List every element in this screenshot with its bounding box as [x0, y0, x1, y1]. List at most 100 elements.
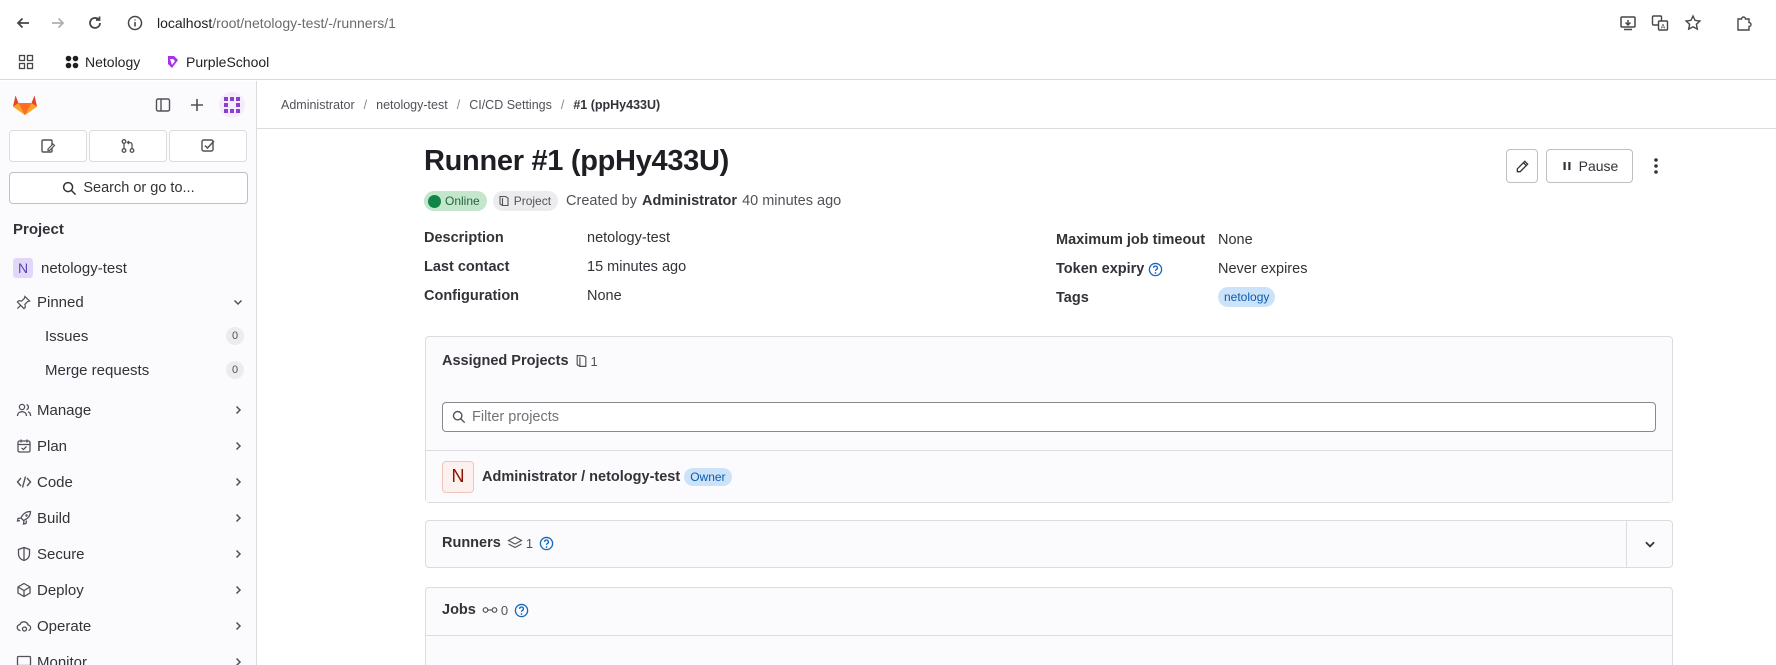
- install-app-icon[interactable]: [1617, 12, 1639, 34]
- description-label: Description: [424, 230, 504, 246]
- url-path: /root/netology-test/-/runners/1: [212, 15, 396, 31]
- runner-type-label: Project: [513, 194, 552, 208]
- left-sidebar: Search or go to... Project N netology-te…: [0, 81, 257, 665]
- sidebar-item-monitor[interactable]: Monitor: [9, 646, 248, 665]
- pencil-icon: [1515, 159, 1530, 174]
- token-expiry-text: Token expiry: [1056, 261, 1145, 277]
- project-icon: [575, 354, 588, 368]
- last-contact-label: Last contact: [424, 259, 510, 275]
- sidebar-item-label: Pinned: [37, 293, 84, 311]
- sidebar-project-link[interactable]: N netology-test: [9, 252, 248, 284]
- sidebar-item-label: Operate: [37, 617, 92, 635]
- chevron-right-icon: [228, 548, 248, 560]
- browser-toolbar: localhost/root/netology-test/-/runners/1…: [0, 0, 1776, 46]
- sidebar-item-build[interactable]: Build: [9, 502, 248, 534]
- gitlab-logo-icon[interactable]: [11, 90, 39, 118]
- sidebar-section-heading: Project: [13, 221, 64, 238]
- configuration-value: None: [587, 288, 622, 304]
- site-info-icon[interactable]: [126, 11, 144, 35]
- sidebar-toggle-icon[interactable]: [153, 95, 173, 115]
- breadcrumb: Administrator / netology-test / CI/CD Se…: [281, 97, 660, 113]
- bookmark-star-icon[interactable]: [1682, 12, 1704, 34]
- sidebar-item-plan[interactable]: Plan: [9, 430, 248, 462]
- users-icon: [9, 402, 37, 418]
- merge-request-icon: [120, 138, 136, 154]
- back-arrow-icon[interactable]: [11, 11, 35, 35]
- bookmark-purpleschool[interactable]: PurpleSchool: [166, 50, 269, 74]
- sidebar-item-issues[interactable]: Issues 0: [9, 320, 248, 352]
- sidebar-item-operate[interactable]: Operate: [9, 610, 248, 642]
- page-title: Runner #1 (ppHy433U): [424, 145, 730, 177]
- edit-button[interactable]: [1506, 149, 1538, 183]
- jobs-header: Jobs 0: [442, 602, 529, 618]
- chevron-right-icon: [228, 584, 248, 596]
- project-icon: [498, 195, 510, 207]
- list-item[interactable]: N Administrator / netology-test Owner: [426, 450, 1672, 502]
- project-name: netology-test: [41, 259, 127, 277]
- apps-grid-icon[interactable]: [18, 50, 34, 74]
- breadcrumb-separator: /: [363, 98, 368, 112]
- address-bar[interactable]: localhost/root/netology-test/-/runners/1: [157, 12, 396, 34]
- filter-projects-input[interactable]: Filter projects: [442, 402, 1656, 432]
- plus-icon[interactable]: [187, 95, 207, 115]
- tags-label: Tags: [1056, 290, 1089, 306]
- monitor-icon: [9, 654, 37, 665]
- assigned-projects-title: Assigned Projects: [442, 353, 569, 369]
- breadcrumb-separator: /: [560, 98, 565, 112]
- more-actions-kebab-icon[interactable]: [1646, 149, 1666, 183]
- help-question-icon[interactable]: [539, 536, 554, 551]
- bookmark-label: PurpleSchool: [186, 54, 270, 70]
- expand-runners-button[interactable]: [1626, 521, 1672, 567]
- sidebar-item-label: Monitor: [37, 653, 88, 665]
- project-avatar: N: [13, 258, 33, 278]
- tab-issues[interactable]: [9, 130, 87, 162]
- created-by-user[interactable]: Administrator: [642, 193, 737, 209]
- cloud-gear-icon: [9, 618, 37, 634]
- pause-icon: [1561, 160, 1573, 172]
- count-badge: 0: [226, 361, 244, 379]
- sidebar-item-deploy[interactable]: Deploy: [9, 574, 248, 606]
- help-question-icon[interactable]: [1148, 262, 1163, 277]
- url-host: localhost: [157, 15, 213, 31]
- sidebar-item-pinned[interactable]: Pinned: [9, 286, 248, 318]
- sidebar-item-merge-requests[interactable]: Merge requests 0: [9, 354, 248, 386]
- max-timeout-value: None: [1218, 232, 1253, 248]
- chevron-right-icon: [228, 656, 248, 665]
- breadcrumb-item-administrator[interactable]: Administrator: [281, 98, 355, 112]
- project-avatar: N: [442, 460, 474, 493]
- extensions-icon[interactable]: [1733, 12, 1755, 34]
- tag-badge: netology: [1218, 287, 1276, 307]
- sidebar-item-manage[interactable]: Manage: [9, 394, 248, 426]
- runners-header: Runners 1: [442, 535, 554, 551]
- jobs-count: 0: [482, 603, 508, 618]
- project-link[interactable]: Administrator / netology-test: [482, 469, 680, 485]
- chevron-right-icon: [228, 476, 248, 488]
- breadcrumb-item-project[interactable]: netology-test: [376, 98, 448, 112]
- breadcrumb-item-cicd-settings[interactable]: CI/CD Settings: [469, 98, 552, 112]
- shield-icon: [9, 546, 37, 562]
- jobs-divider: [426, 635, 1672, 636]
- sidebar-item-secure[interactable]: Secure: [9, 538, 248, 570]
- user-avatar[interactable]: [219, 92, 245, 118]
- bookmark-netology[interactable]: Netology: [65, 50, 140, 74]
- reload-icon[interactable]: [83, 11, 107, 35]
- token-expiry-label: Token expiry: [1056, 261, 1163, 277]
- deploy-icon: [9, 582, 37, 598]
- chevron-right-icon: [228, 404, 248, 416]
- translate-icon[interactable]: A: [1649, 12, 1671, 34]
- pause-button[interactable]: Pause: [1546, 149, 1633, 183]
- created-time: 40 minutes ago: [742, 193, 842, 209]
- tab-todos[interactable]: [169, 130, 247, 162]
- netology-icon: [65, 55, 79, 69]
- count-value: 1: [525, 535, 534, 551]
- tab-merge-requests[interactable]: [89, 130, 167, 162]
- runners-card: Runners 1: [425, 520, 1673, 568]
- search-button[interactable]: Search or go to...: [9, 172, 248, 204]
- sidebar-item-code[interactable]: Code: [9, 466, 248, 498]
- role-badge: Owner: [684, 467, 732, 486]
- help-question-icon[interactable]: [514, 603, 529, 618]
- breadcrumb-item-current[interactable]: #1 (ppHy433U): [573, 98, 660, 112]
- forward-arrow-icon[interactable]: [46, 11, 70, 35]
- count-value: 1: [590, 353, 598, 369]
- code-icon: [9, 474, 37, 490]
